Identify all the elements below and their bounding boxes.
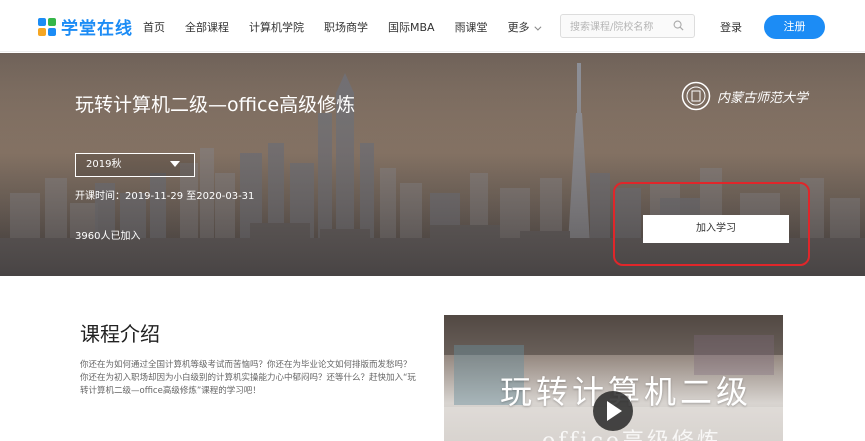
nav-link-rain-classroom[interactable]: 雨课堂 (455, 19, 488, 35)
nav-link-all-courses[interactable]: 全部课程 (185, 19, 229, 35)
intro-heading: 课程介绍 (80, 322, 160, 346)
search-icon[interactable] (673, 20, 684, 31)
university-brand: 内蒙古师范大学 (681, 81, 808, 111)
caret-down-icon (170, 161, 180, 167)
login-link[interactable]: 登录 (720, 19, 742, 35)
top-nav: 学堂在线 首页 全部课程 计算机学院 职场商学 国际MBA 雨课堂 更多 登录 … (0, 0, 865, 52)
enrolled-count: 3960人已加入 (75, 231, 141, 242)
nav-more-label: 更多 (507, 21, 530, 34)
university-seal-icon (681, 81, 711, 111)
course-title: 玩转计算机二级—office高级修炼 (75, 94, 356, 116)
intro-line: 转计算机二级—office高级修炼”课程的学习吧！ (80, 386, 261, 396)
nav-link-workplace[interactable]: 职场商学 (324, 19, 368, 35)
term-dropdown-value: 2019秋 (86, 159, 122, 170)
chevron-down-icon (533, 23, 542, 31)
nav-link-mba[interactable]: 国际MBA (388, 19, 435, 35)
nav-link-computer-college[interactable]: 计算机学院 (249, 19, 304, 35)
logo-text: 学堂在线 (61, 19, 133, 39)
search-box (560, 14, 695, 39)
play-icon (607, 401, 622, 421)
intro-line: 你还在为如何通过全国计算机等级考试而苦恼吗？你还在为毕业论文如何排版而发愁吗？ (80, 360, 412, 370)
nav-more-menu[interactable]: 更多 (507, 19, 542, 35)
university-name: 内蒙古师范大学 (717, 90, 809, 106)
intro-video[interactable]: 玩转计算机二级 office高级修炼 (444, 315, 783, 441)
nav-link-home[interactable]: 首页 (143, 19, 165, 35)
nav-links: 首页 全部课程 计算机学院 职场商学 国际MBA 雨课堂 更多 (143, 19, 559, 35)
logo-icon (38, 17, 56, 36)
search-input[interactable] (561, 16, 666, 39)
course-dates: 开课时间：2019-11-29 至2020-03-31 (75, 191, 255, 202)
intro-paragraph: 你还在为如何通过全国计算机等级考试而苦恼吗？你还在为毕业论文如何排版而发愁吗？ … (80, 359, 420, 398)
video-subtitle: office高级修炼 (542, 423, 722, 441)
site-logo[interactable]: 学堂在线 (38, 14, 133, 39)
play-button[interactable] (593, 391, 633, 431)
join-course-button[interactable]: 加入学习 (643, 215, 789, 243)
intro-line: 你还在为初入职场却因为小白级别的计算机实操能力心中郁闷吗？还等什么？赶快加入“玩 (80, 373, 416, 383)
register-button[interactable]: 注册 (764, 15, 825, 39)
course-banner: 玩转计算机二级—office高级修炼 内蒙古师范大学 2019秋 开课时间：20… (0, 53, 865, 276)
term-dropdown[interactable]: 2019秋 (75, 153, 195, 177)
